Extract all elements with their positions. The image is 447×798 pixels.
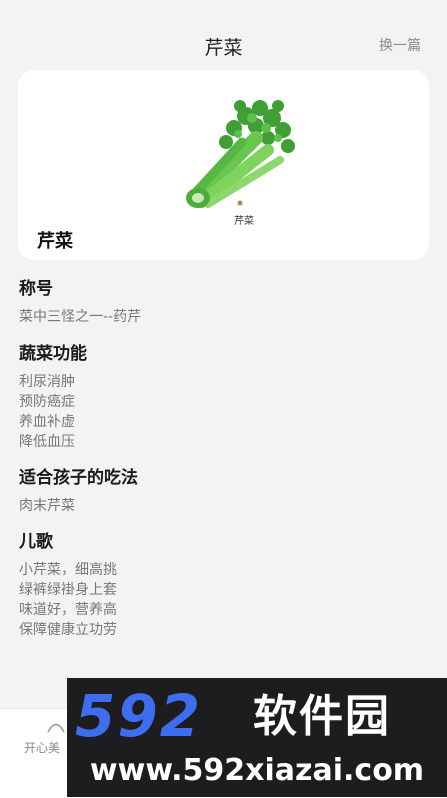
section-line: 养血补虚 [19,414,75,430]
home-icon[interactable] [46,719,66,733]
section-heading: 儿歌 [19,532,53,552]
tab-label[interactable]: 开心美 [24,739,60,756]
section-line: 味道好，营养高 [19,602,117,618]
vegetable-card: 芹菜 芹菜 [18,70,429,260]
section-functions: 蔬菜功能 利尿消肿 预防癌症 养血补虚 降低血压 [19,339,87,452]
watermark-brand: 软件园 [253,691,391,742]
watermark-banner: 592 软件园 www.592xiazai.com [67,678,447,797]
section-kids-recipe: 适合孩子的吃法 肉末芹菜 [19,463,138,516]
section-line: 预防癌症 [19,394,75,410]
section-line: 利尿消肿 [19,374,75,390]
section-heading: 蔬菜功能 [19,344,87,364]
celery-illustration: 芹菜 [186,100,295,227]
switch-article-button[interactable]: 换一篇 [379,35,421,55]
section-nursery-rhyme: 儿歌 小芹菜，细高挑 绿裤绿褂身上套 味道好，营养高 保障健康立功劳 [19,527,117,640]
section-line: 菜中三怪之一--药芹 [19,309,142,325]
section-line: 肉末芹菜 [19,498,75,514]
watermark-url: www.592xiazai.com [89,753,425,788]
section-heading: 适合孩子的吃法 [19,468,138,488]
watermark-number: 592 [75,682,203,750]
vegetable-name: 芹菜 [37,231,73,252]
section-line: 小芹菜，细高挑 [19,562,117,578]
section-line: 绿裤绿褂身上套 [19,582,117,598]
illustration-caption: 芹菜 [234,215,254,227]
section-title-honor: 称号 菜中三怪之一--药芹 [19,274,141,327]
section-line: 保障健康立功劳 [19,622,117,638]
section-line: 降低血压 [19,434,75,450]
section-heading: 称号 [19,279,53,299]
